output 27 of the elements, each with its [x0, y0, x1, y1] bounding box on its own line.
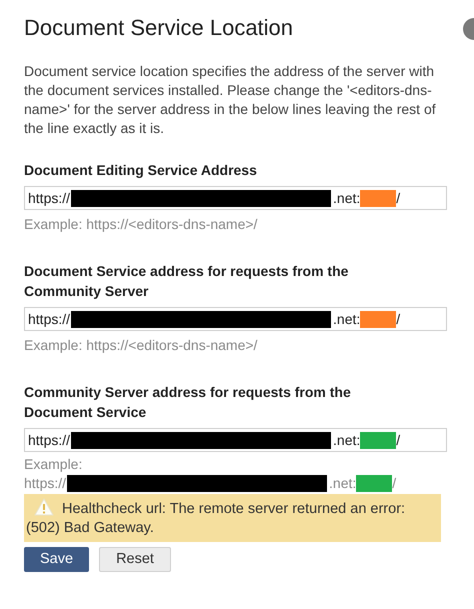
- page-title: Document Service Location: [24, 14, 294, 42]
- url-end: /: [392, 474, 396, 493]
- example-hint: Example: https://<editors-dns-name>/: [24, 336, 258, 355]
- section-heading: Document Editing Service Address: [24, 161, 258, 180]
- url-field[interactable]: https:// .net: /: [24, 186, 447, 210]
- reset-button[interactable]: Reset: [99, 547, 171, 572]
- save-button[interactable]: Save: [24, 547, 90, 572]
- section-heading: Community Server address for requests from the Document Service: [24, 383, 352, 422]
- url-prefix: https://: [28, 430, 70, 450]
- url-domain-end: .net:: [333, 188, 360, 208]
- warning-icon: [34, 498, 54, 516]
- url-domain-end: .net:: [329, 474, 356, 493]
- url-prefix: https://: [24, 474, 66, 493]
- url-prefix: https://: [28, 310, 70, 329]
- url-end: /: [396, 188, 400, 208]
- url-end: /: [396, 310, 400, 328]
- url-end: /: [396, 430, 400, 450]
- description: Document service location specifies the address of the server with the document services installed. Please change the '<editors-dns-name>' for the server address in the below lines leaving the rest of the line exactly as it is.: [24, 62, 436, 138]
- url-field[interactable]: https:// .net: /: [24, 428, 447, 452]
- url-field[interactable]: https:// .net: /: [24, 307, 447, 331]
- section-heading: Document Service address for requests from the Community Server: [24, 262, 350, 301]
- url-prefix: https://: [28, 188, 70, 208]
- warning-message: Healthcheck url: The remote server returned an error: (502) Bad Gateway.: [26, 498, 439, 538]
- url-domain-end: .net:: [333, 430, 360, 450]
- example-label: Example:: [24, 455, 82, 474]
- example-hint: Example: https://<editors-dns-name>/: [24, 215, 258, 234]
- url-domain-end: .net:: [333, 310, 360, 328]
